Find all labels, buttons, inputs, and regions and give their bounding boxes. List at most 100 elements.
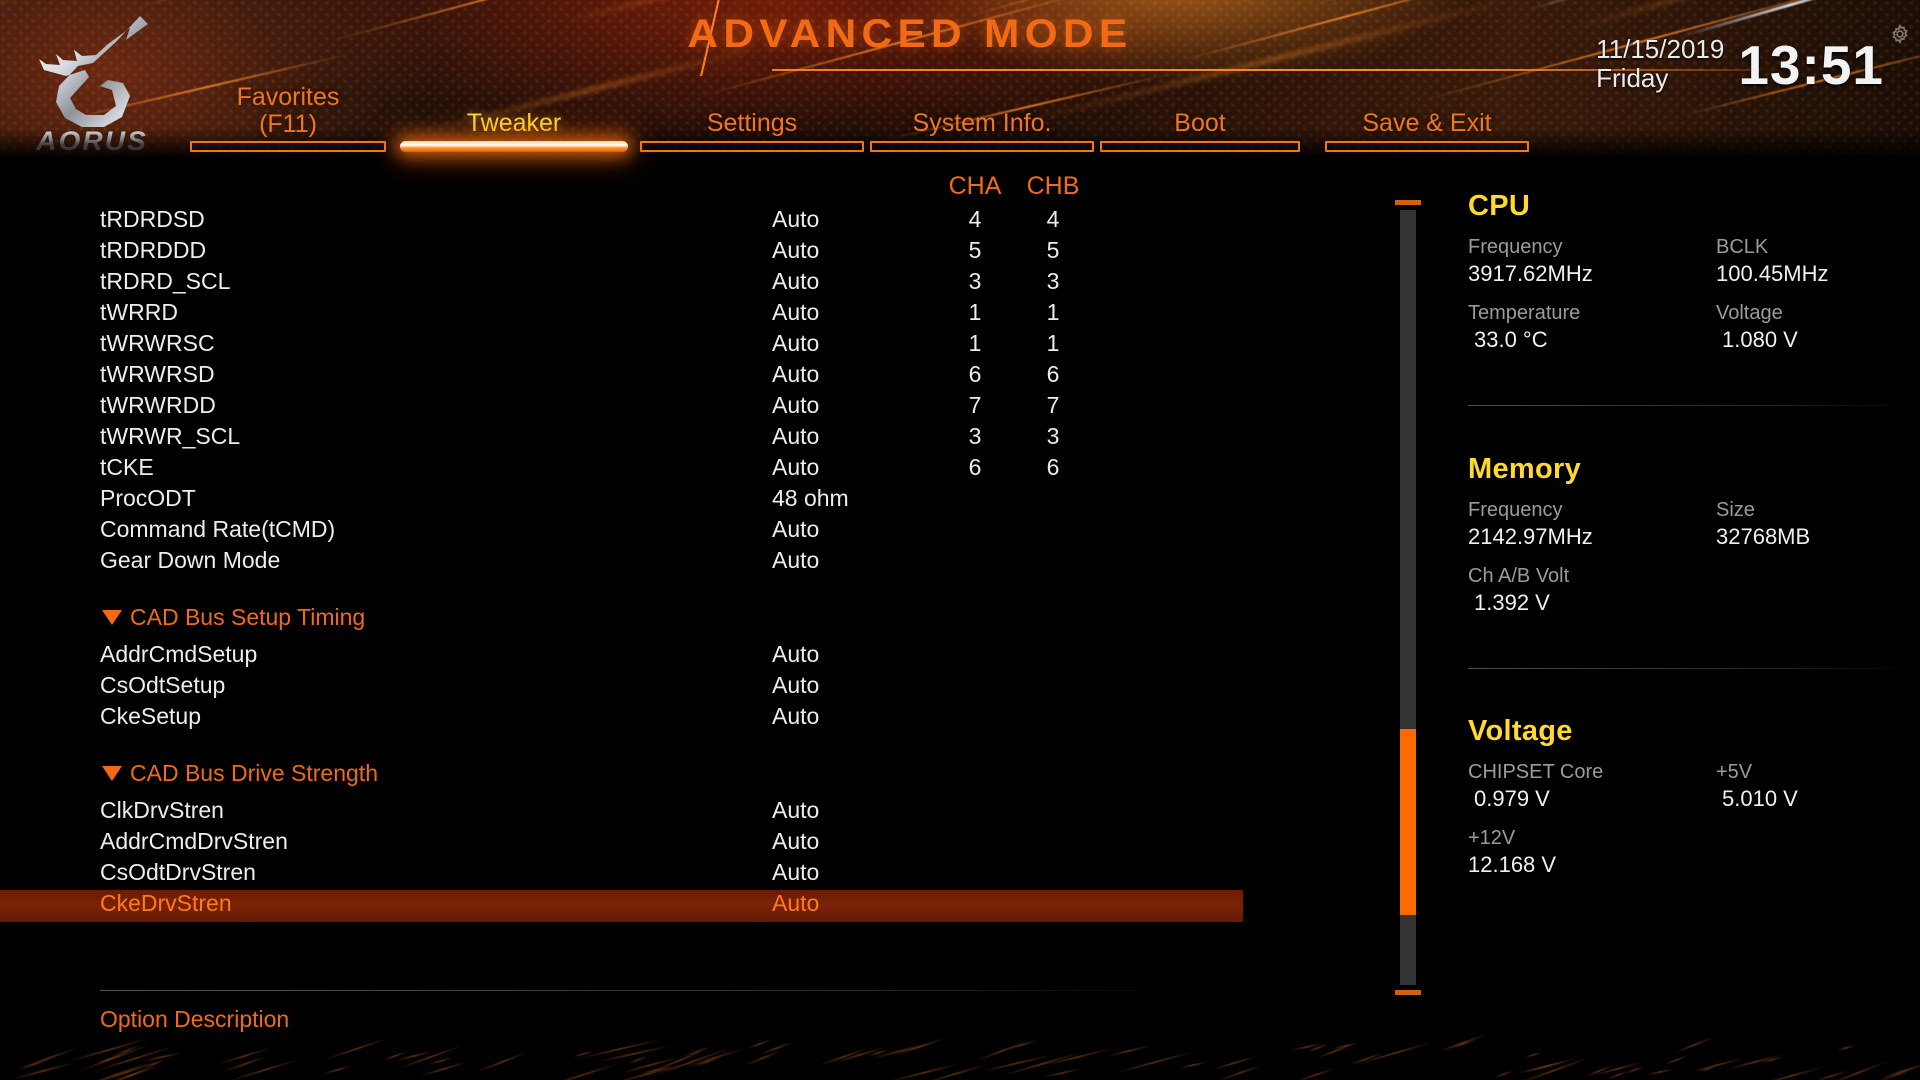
settings-row[interactable]: CkeDrvStren Auto — [0, 890, 1243, 922]
triangle-down-icon — [102, 610, 122, 625]
setting-name: tRDRDSD — [100, 206, 205, 233]
column-header-chb: CHB — [1013, 172, 1093, 201]
monitor-item-value: 12.168 V — [1468, 851, 1556, 879]
setting-value[interactable]: Auto — [772, 454, 819, 481]
setting-chb-value: 6 — [1013, 361, 1093, 388]
setting-cha-value: 3 — [935, 423, 1015, 450]
setting-value[interactable]: Auto — [772, 423, 819, 450]
settings-row[interactable]: CsOdtSetup Auto — [0, 672, 1243, 703]
setting-chb-value: 3 — [1013, 423, 1093, 450]
nav-tab-settings[interactable]: Settings — [640, 88, 864, 160]
settings-row[interactable]: CsOdtDrvStren Auto — [0, 859, 1243, 890]
setting-cha-value: 7 — [935, 392, 1015, 419]
nav-tab-label: Tweaker — [400, 110, 628, 137]
setting-value[interactable]: Auto — [772, 516, 819, 543]
nav-tab-system-info[interactable]: System Info. — [870, 88, 1094, 160]
setting-name: Gear Down Mode — [100, 547, 280, 574]
setting-value[interactable]: Auto — [772, 299, 819, 326]
date-column: 11/15/2019 Friday — [1596, 35, 1724, 95]
settings-row[interactable]: tRDRDSD Auto 4 4 — [0, 206, 1243, 237]
monitor-item-value: 1.392 V — [1468, 589, 1569, 617]
setting-name: tWRWRSD — [100, 361, 215, 388]
footer-divider — [100, 990, 1180, 991]
settings-row[interactable]: CkeSetup Auto — [0, 703, 1243, 734]
setting-value[interactable]: Auto — [772, 890, 819, 917]
footer-streak — [323, 1037, 388, 1060]
footer-streak — [1758, 1066, 1824, 1080]
setting-chb-value: 6 — [1013, 454, 1093, 481]
setting-value[interactable]: Auto — [772, 392, 819, 419]
setting-value[interactable]: Auto — [772, 797, 819, 824]
nav-tab-boot[interactable]: Boot — [1100, 88, 1300, 160]
footer-streak — [1348, 1052, 1385, 1066]
settings-group-label: CAD Bus Drive Strength — [130, 760, 378, 787]
settings-row[interactable]: Gear Down Mode Auto — [0, 547, 1243, 578]
monitor-section-voltage: Voltage CHIPSET Core 0.979 V +5V 5.010 V +12V… — [1468, 715, 1920, 910]
nav-tab-tweaker[interactable]: Tweaker — [400, 88, 628, 160]
settings-group-label: CAD Bus Setup Timing — [130, 604, 365, 631]
advanced-mode-banner: ADVANCED MODE — [640, 0, 1760, 76]
nav-tab-favorites[interactable]: Favorites (F11) — [190, 88, 386, 160]
settings-row[interactable]: Command Rate(tCMD) Auto — [0, 516, 1243, 547]
nav-tab-indicator — [400, 141, 628, 152]
setting-value[interactable]: 48 ohm — [772, 485, 849, 512]
footer-streak — [1837, 1045, 1855, 1052]
monitor-section-title: CPU — [1468, 190, 1920, 223]
setting-name: ClkDrvStren — [100, 797, 224, 824]
setting-name: tWRWRSC — [100, 330, 215, 357]
settings-row[interactable]: tWRWRDD Auto 7 7 — [0, 392, 1243, 423]
monitor-item-temperature: Temperature 33.0 °C — [1468, 301, 1580, 354]
setting-cha-value: 6 — [935, 361, 1015, 388]
setting-value[interactable]: Auto — [772, 237, 819, 264]
gear-icon[interactable] — [1890, 24, 1910, 44]
setting-value[interactable]: Auto — [772, 330, 819, 357]
footer-streak — [428, 1057, 453, 1065]
settings-scrollbar[interactable] — [1400, 200, 1416, 995]
setting-value[interactable]: Auto — [772, 547, 819, 574]
footer-streak — [1494, 1070, 1514, 1078]
footer-streak — [1513, 1056, 1592, 1080]
settings-row[interactable]: AddrCmdDrvStren Auto — [0, 828, 1243, 859]
settings-group-header: CAD Bus Drive Strength — [0, 760, 1360, 791]
settings-row[interactable]: tWRWRSC Auto 1 1 — [0, 330, 1243, 361]
footer-streak — [1646, 1068, 1674, 1076]
settings-row[interactable]: AddrCmdSetup Auto — [0, 641, 1243, 672]
setting-value[interactable]: Auto — [772, 672, 819, 699]
settings-row[interactable]: tWRWR_SCL Auto 3 3 — [0, 423, 1243, 454]
setting-value[interactable]: Auto — [772, 641, 819, 668]
scrollbar-top-cap[interactable] — [1395, 200, 1421, 205]
channel-column-headers: CHA CHB — [0, 172, 1360, 206]
monitor-section-title: Memory — [1468, 453, 1920, 486]
setting-chb-value: 3 — [1013, 268, 1093, 295]
footer-streak — [1880, 1063, 1920, 1079]
setting-name: ProcODT — [100, 485, 196, 512]
settings-row[interactable]: tWRWRSD Auto 6 6 — [0, 361, 1243, 392]
settings-row[interactable]: tRDRDDD Auto 5 5 — [0, 237, 1243, 268]
nav-tab-save-exit[interactable]: Save & Exit — [1325, 88, 1529, 160]
monitor-section-grid: Frequency 3917.62MHz BCLK 100.45MHz Temperat… — [1468, 235, 1920, 385]
nav-tab-indicator — [1100, 141, 1300, 152]
settings-row[interactable]: ProcODT 48 ohm — [0, 485, 1243, 516]
settings-row[interactable]: tCKE Auto 6 6 — [0, 454, 1243, 485]
settings-list: CHA CHB tRDRDSD Auto 4 4 tRDRDDD Auto 5 5 tRDRD_… — [0, 172, 1360, 992]
setting-name: AddrCmdDrvStren — [100, 828, 288, 855]
setting-value[interactable]: Auto — [772, 828, 819, 855]
scrollbar-thumb[interactable] — [1400, 729, 1416, 915]
page-title: ADVANCED MODE — [687, 12, 1132, 57]
setting-value[interactable]: Auto — [772, 703, 819, 730]
scrollbar-track[interactable] — [1400, 210, 1416, 985]
nav-tab-label: Save & Exit — [1325, 110, 1529, 137]
footer-streak — [228, 1058, 300, 1080]
setting-value[interactable]: Auto — [772, 268, 819, 295]
setting-cha-value: 3 — [935, 268, 1015, 295]
setting-value[interactable]: Auto — [772, 361, 819, 388]
settings-row[interactable]: tWRRD Auto 1 1 — [0, 299, 1243, 330]
settings-row[interactable]: ClkDrvStren Auto — [0, 797, 1243, 828]
settings-row[interactable]: tRDRD_SCL Auto 3 3 — [0, 268, 1243, 299]
setting-value[interactable]: Auto — [772, 859, 819, 886]
option-description-label: Option Description — [100, 1006, 289, 1033]
nav-tab-label: System Info. — [870, 110, 1094, 137]
column-header-cha: CHA — [935, 172, 1015, 201]
nav-tab-indicator — [190, 141, 386, 152]
setting-value[interactable]: Auto — [772, 206, 819, 233]
